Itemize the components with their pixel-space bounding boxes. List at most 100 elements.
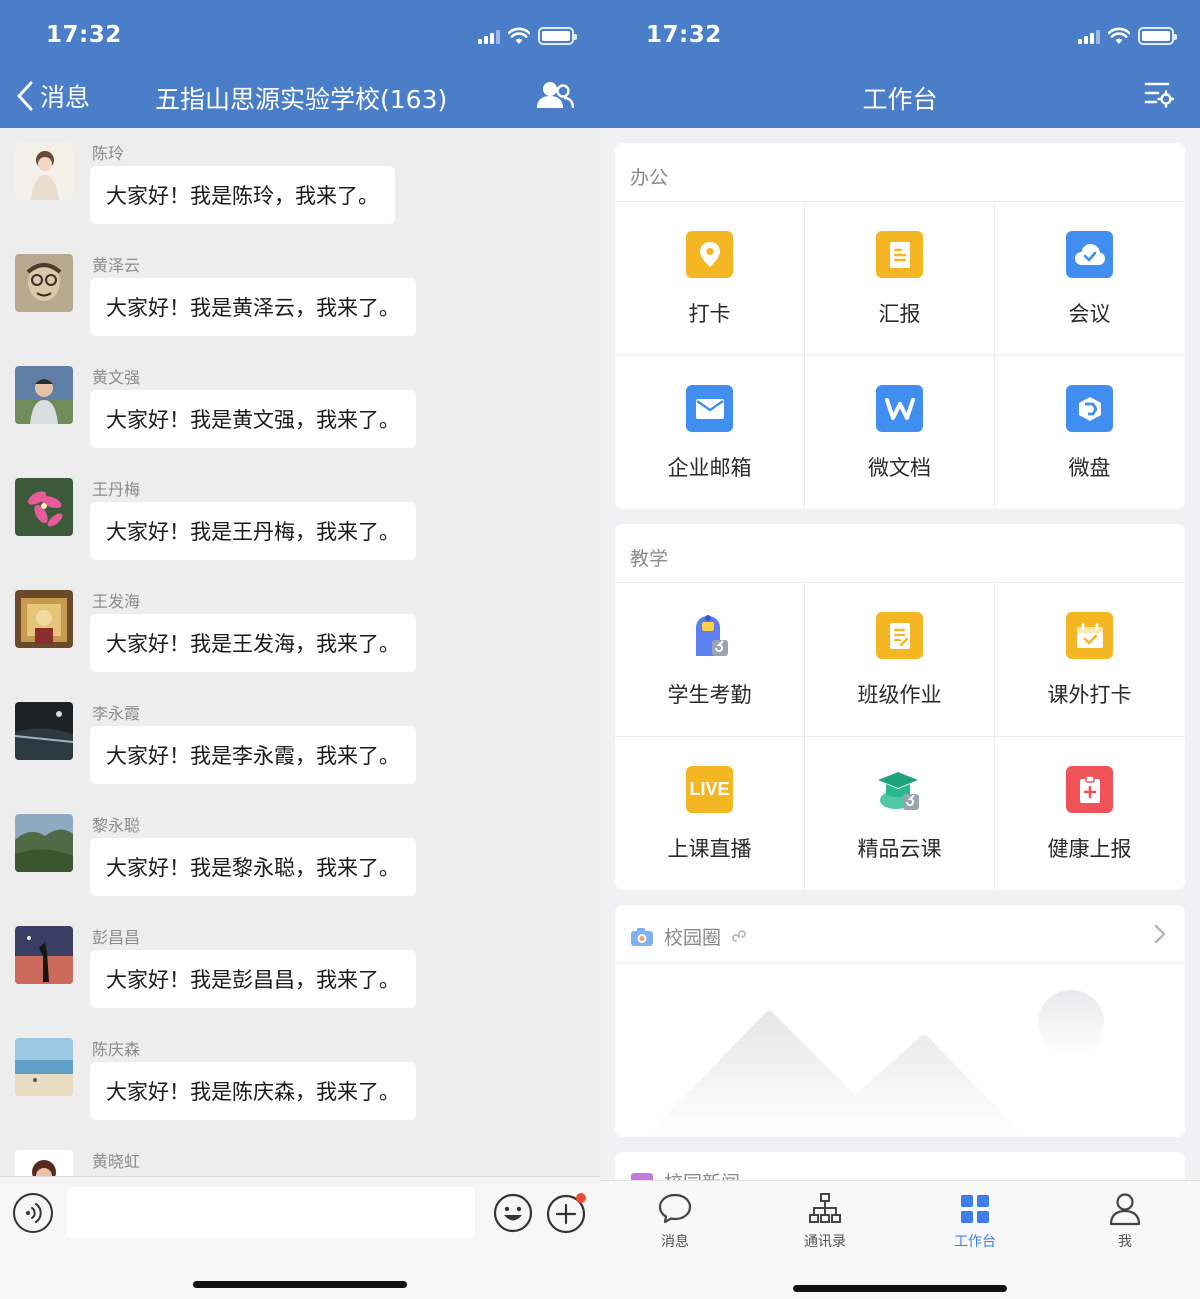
tab-label: 通讯录 (804, 1234, 846, 1250)
avatar[interactable] (15, 254, 73, 312)
back-button[interactable]: 消息 (16, 78, 90, 114)
chat-input-bar (0, 1176, 600, 1299)
location-pin-icon (686, 231, 733, 278)
status-time: 17:32 (46, 22, 122, 48)
signal-icon (1078, 28, 1100, 44)
home-indicator (193, 1281, 407, 1288)
avatar[interactable] (15, 1150, 73, 1176)
avatar[interactable] (15, 702, 73, 760)
sender-name: 李永霞 (92, 704, 141, 723)
office-item-doc[interactable]: 微文档 (805, 356, 994, 509)
chat-nav-bar: 消息 五指山思源实验学校(163) (0, 70, 600, 122)
tab-me[interactable]: 我 (1050, 1191, 1200, 1251)
settings-list-icon (1144, 82, 1175, 108)
emoji-icon (493, 1193, 533, 1233)
wifi-icon (1108, 27, 1130, 44)
teaching-item-label: 学生考勤 (667, 683, 752, 707)
teaching-item-live[interactable]: LIVE 上课直播 (615, 737, 804, 890)
back-label: 消息 (40, 83, 91, 112)
teaching-item-cloud-class[interactable]: 精品云课 (805, 737, 994, 890)
voice-button[interactable] (13, 1193, 53, 1233)
message-bubble[interactable]: 大家好！我是李永霞，我来了。 (90, 726, 416, 784)
calendar-check-icon (1066, 612, 1113, 659)
office-item-clock-in[interactable]: 打卡 (615, 202, 804, 355)
more-button[interactable] (546, 1193, 586, 1234)
avatar[interactable] (15, 142, 73, 200)
message-bubble[interactable]: 大家好！我是陈玲，我来了。 (90, 166, 395, 224)
wifi-icon (508, 27, 530, 44)
message-bubble[interactable]: 大家好！我是王发海，我来了。 (90, 614, 416, 672)
chevron-right-icon (1154, 924, 1166, 944)
org-chart-icon (809, 1193, 841, 1223)
message-bubble[interactable]: 大家好！我是彭昌昌，我来了。 (90, 950, 416, 1008)
message-list[interactable]: 陈玲 大家好！我是陈玲，我来了。 黄泽云 大家好！我是黄泽云，我来了。 黄文强 … (0, 128, 600, 1176)
office-item-label: 微盘 (1068, 456, 1111, 480)
message-bubble[interactable]: 大家好！我是黄泽云，我来了。 (90, 278, 416, 336)
message-bubble[interactable]: 大家好！我是黎永聪，我来了。 (90, 838, 416, 896)
sender-name: 陈庆森 (92, 1040, 141, 1059)
message-row: 黄晓虹 (0, 1136, 600, 1176)
divider (615, 963, 1185, 964)
campus-circle-card[interactable]: 校园圈 (615, 905, 1185, 1137)
message-row: 黄文强 大家好！我是黄文强，我来了。 (0, 352, 600, 464)
workbench-header: 17:32 工作台 (600, 0, 1200, 128)
teaching-item-extracurricular[interactable]: 课外打卡 (995, 583, 1184, 736)
person-icon (1109, 1193, 1141, 1226)
teaching-item-label: 课外打卡 (1047, 683, 1132, 707)
student-attendance-icon (686, 612, 733, 659)
mail-icon (686, 385, 733, 432)
sender-name: 黄泽云 (92, 256, 141, 275)
group-members-button[interactable] (536, 80, 575, 114)
office-item-meeting[interactable]: 会议 (995, 202, 1184, 355)
avatar[interactable] (15, 366, 73, 424)
sender-name: 彭昌昌 (92, 928, 141, 947)
sender-name: 黎永聪 (92, 816, 141, 835)
teaching-item-homework[interactable]: 班级作业 (805, 583, 994, 736)
sender-name: 王丹梅 (92, 480, 141, 499)
live-icon: LIVE (686, 766, 733, 813)
workbench-nav-bar: 工作台 (600, 70, 1200, 122)
avatar[interactable] (15, 590, 73, 648)
office-section-title: 办公 (630, 167, 669, 189)
tab-workbench[interactable]: 工作台 (900, 1191, 1050, 1251)
status-icons (478, 26, 577, 46)
message-bubble[interactable]: 大家好！我是黄文强，我来了。 (90, 390, 416, 448)
status-icons (1078, 26, 1177, 46)
graduation-cap-icon (876, 766, 923, 813)
office-item-drive[interactable]: 微盘 (995, 356, 1184, 509)
message-row: 黎永聪 大家好！我是黎永聪，我来了。 (0, 800, 600, 912)
teaching-item-label: 上课直播 (667, 837, 752, 861)
mini-program-icon (732, 929, 746, 942)
message-bubble[interactable]: 大家好！我是王丹梅，我来了。 (90, 502, 416, 560)
workbench-title: 工作台 (862, 85, 938, 114)
avatar[interactable] (15, 926, 73, 984)
message-row: 彭昌昌 大家好！我是彭昌昌，我来了。 (0, 912, 600, 1024)
workbench-screen: 17:32 工作台 办公 打卡 汇报 会议 企业邮箱 微文档 微盘 教学 学生考… (600, 0, 1200, 1299)
plus-icon (546, 1193, 586, 1234)
office-item-label: 会议 (1068, 302, 1111, 326)
tab-label: 我 (1118, 1234, 1132, 1250)
office-card: 办公 打卡 汇报 会议 企业邮箱 微文档 微盘 (615, 143, 1185, 509)
message-row: 黄泽云 大家好！我是黄泽云，我来了。 (0, 240, 600, 352)
teaching-item-health-report[interactable]: 健康上报 (995, 737, 1184, 890)
message-bubble[interactable]: 大家好！我是陈庆森，我来了。 (90, 1062, 416, 1120)
teaching-card: 教学 学生考勤 班级作业 课外打卡 LIVE 上课直播 精品云课 健康上报 (615, 524, 1185, 890)
emoji-button[interactable] (493, 1193, 533, 1233)
sender-name: 黄晓虹 (92, 1152, 141, 1171)
teaching-item-label: 精品云课 (857, 837, 942, 861)
camera-icon (631, 927, 653, 946)
office-item-report[interactable]: 汇报 (805, 202, 994, 355)
message-input[interactable] (67, 1187, 475, 1239)
chat-title: 五指山思源实验学校(163) (155, 85, 448, 114)
sender-name: 陈玲 (92, 144, 125, 163)
avatar[interactable] (15, 478, 73, 536)
avatar[interactable] (15, 814, 73, 872)
workbench-settings-button[interactable] (1144, 80, 1175, 112)
sender-name: 王发海 (92, 592, 141, 611)
teaching-item-attendance[interactable]: 学生考勤 (615, 583, 804, 736)
office-item-label: 汇报 (878, 302, 921, 326)
tab-contacts[interactable]: 通讯录 (750, 1191, 900, 1251)
office-item-mail[interactable]: 企业邮箱 (615, 356, 804, 509)
tab-messages[interactable]: 消息 (600, 1191, 750, 1251)
avatar[interactable] (15, 1038, 73, 1096)
